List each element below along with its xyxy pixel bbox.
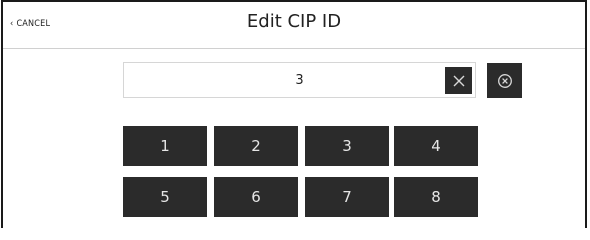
close-icon — [453, 75, 464, 86]
cip-id-input[interactable]: 3 — [123, 62, 476, 98]
key-8[interactable]: 8 — [394, 177, 478, 217]
key-6[interactable]: 6 — [214, 177, 298, 217]
edit-cip-id-dialog: ‹ CANCEL Edit CIP ID 3 1 2 3 4 5 6 7 8 — [1, 0, 587, 228]
key-3[interactable]: 3 — [305, 126, 389, 166]
key-7[interactable]: 7 — [305, 177, 389, 217]
key-4[interactable]: 4 — [394, 126, 478, 166]
key-1[interactable]: 1 — [123, 126, 207, 166]
backspace-button[interactable] — [487, 63, 522, 98]
cip-id-value: 3 — [295, 73, 304, 88]
page-title: Edit CIP ID — [246, 11, 342, 32]
key-2[interactable]: 2 — [214, 126, 298, 166]
key-5[interactable]: 5 — [123, 177, 207, 217]
clear-button[interactable] — [445, 67, 472, 94]
backspace-circle-icon — [497, 73, 512, 88]
header-bar: ‹ CANCEL Edit CIP ID — [3, 2, 585, 49]
